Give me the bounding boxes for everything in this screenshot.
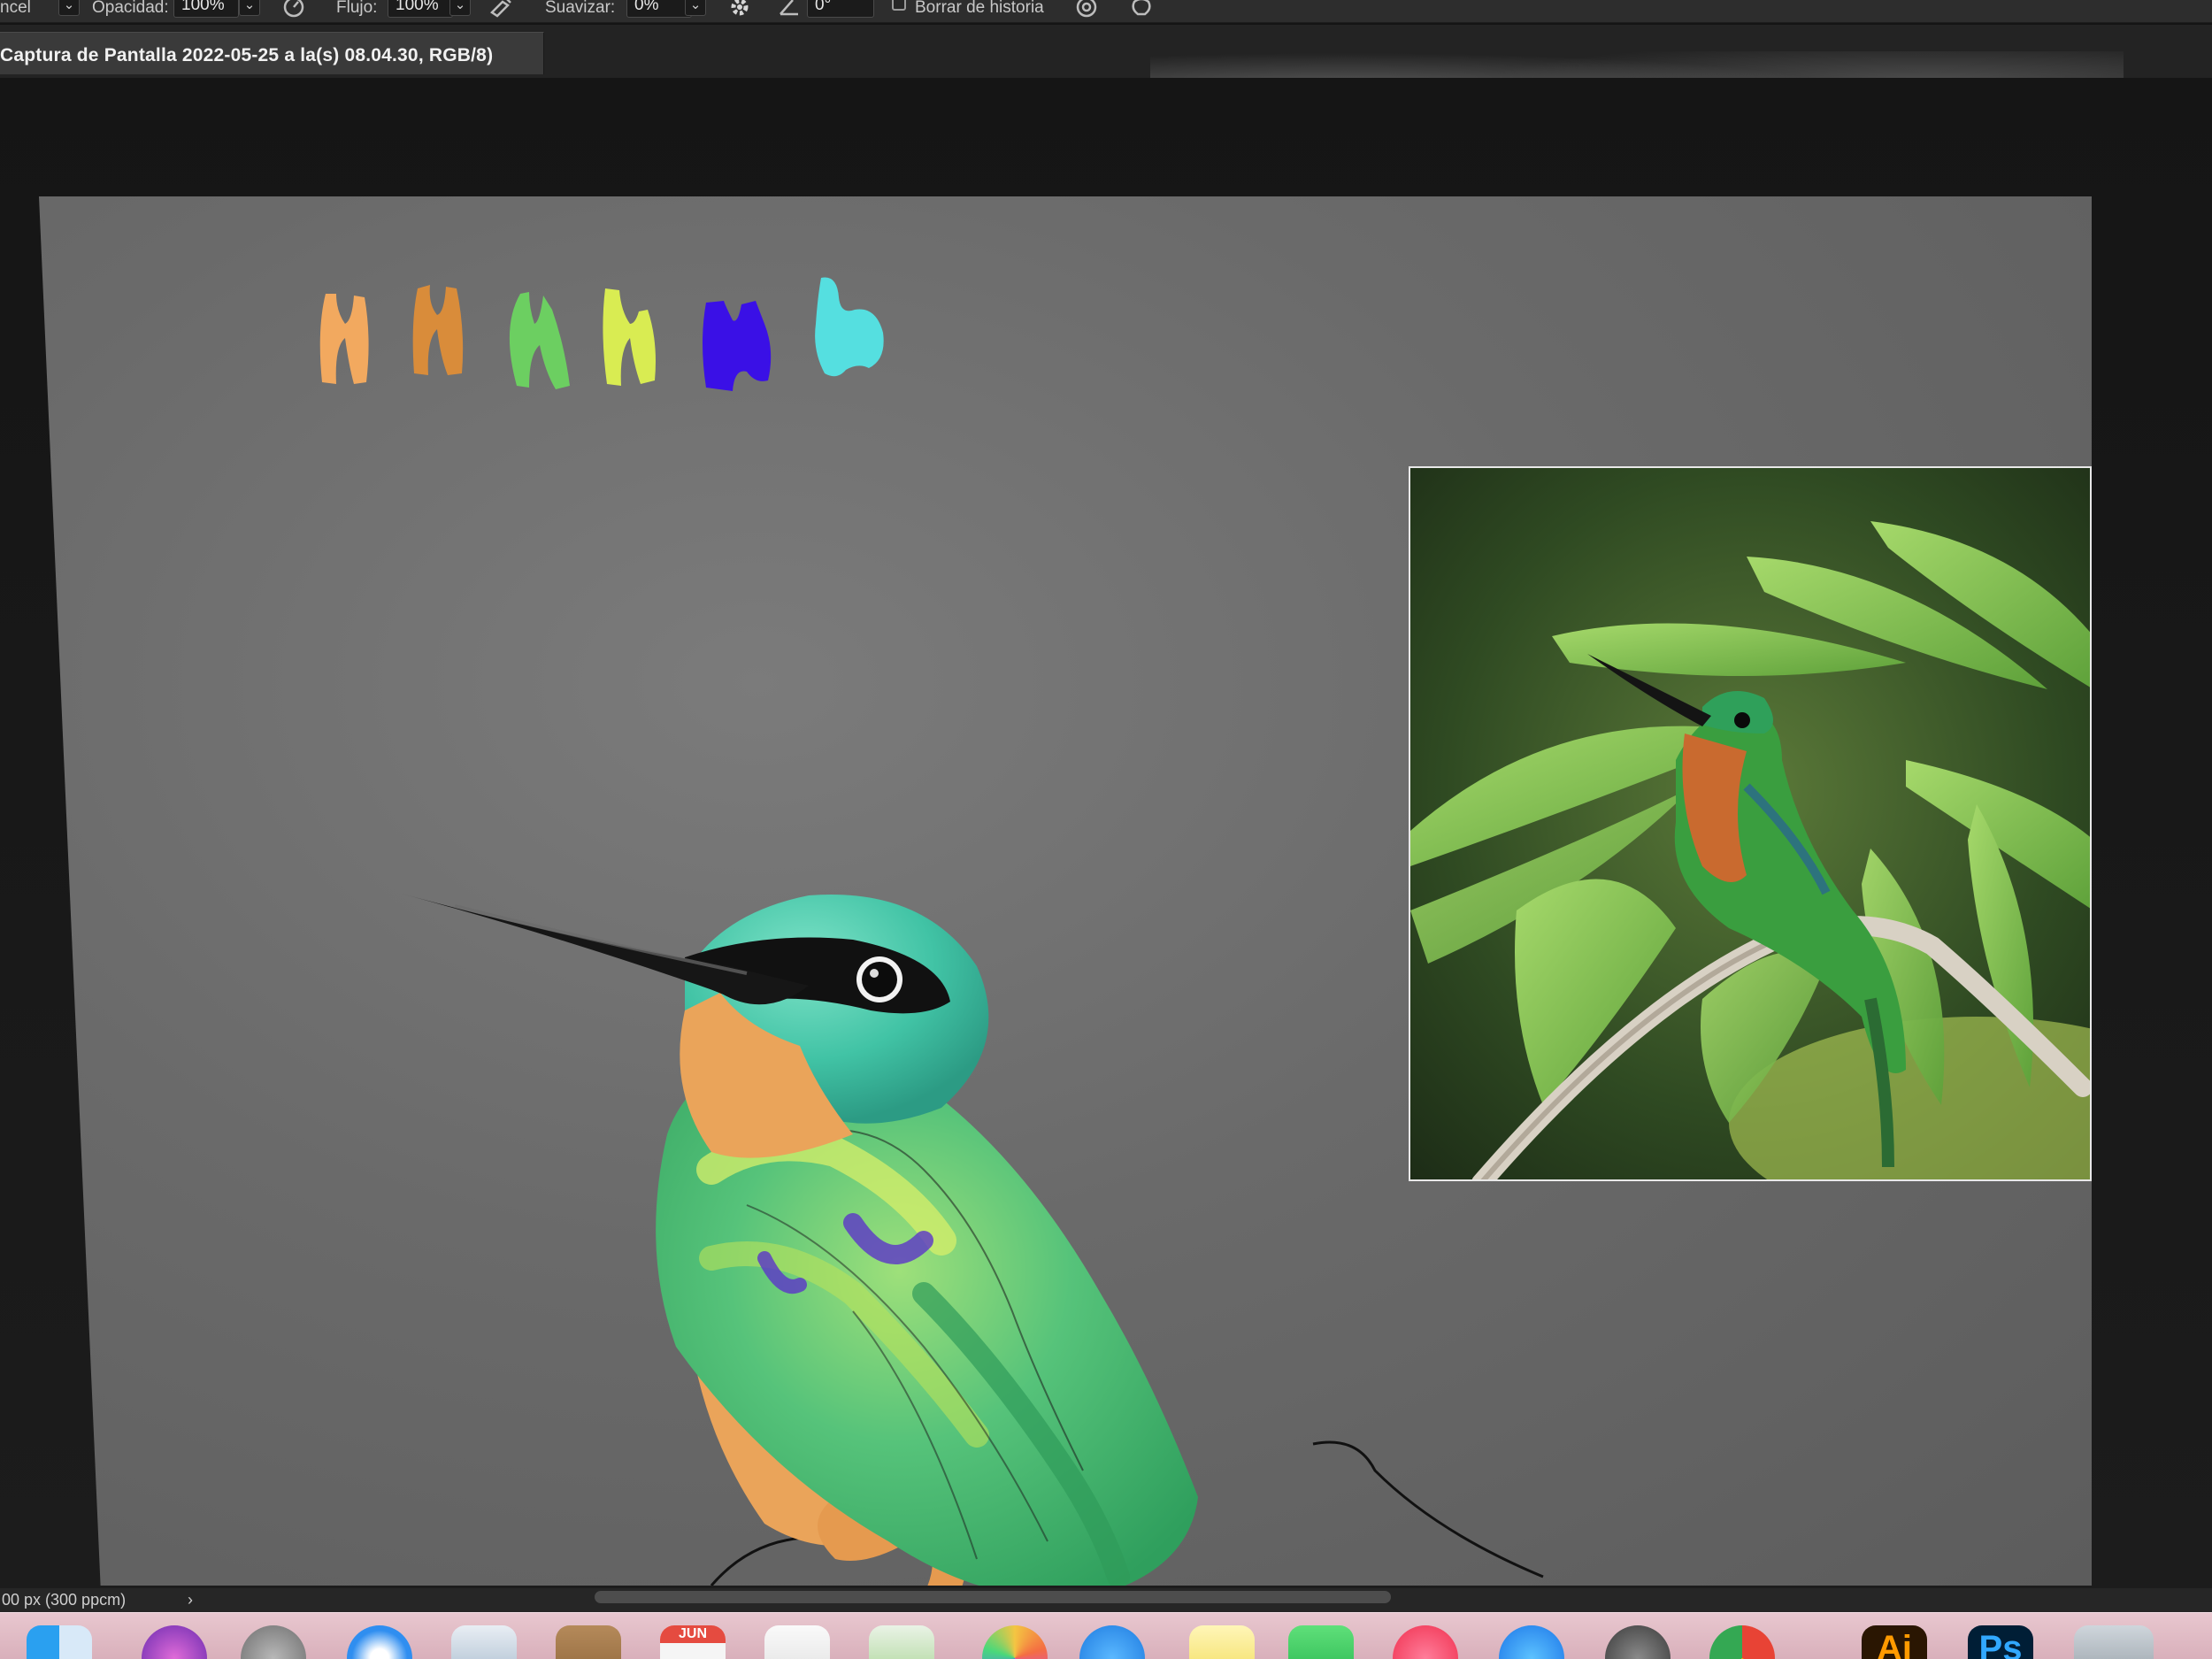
angle-input[interactable]: 0° [807,0,874,18]
smoothing-dropdown[interactable]: ⌄ [685,0,706,16]
artboard[interactable] [39,196,2092,1586]
illustrator-label: Ai [1877,1629,1912,1659]
siri-icon[interactable] [142,1625,207,1659]
contacts-icon[interactable] [556,1625,621,1659]
erase-history-checkbox[interactable] [892,0,906,11]
document-tab-bar: Captura de Pantalla 2022-05-25 a la(s) 0… [0,25,2212,149]
mail-icon[interactable] [451,1625,517,1659]
illustrator-icon[interactable]: Ai [1862,1625,1927,1659]
calendar-icon[interactable]: JUN [660,1625,726,1659]
airbrush-icon[interactable] [488,0,513,19]
gear-icon[interactable] [727,0,752,19]
tool-options-bar: ncel ⌄ Opacidad: 100% ⌄ Flujo: 100% ⌄ Su… [0,0,2212,23]
facetime-icon[interactable] [1288,1625,1354,1659]
safari-icon[interactable] [347,1625,412,1659]
photoshop-icon[interactable]: Ps [1968,1625,2033,1659]
opacity-dropdown[interactable]: ⌄ [239,0,260,16]
messages-icon[interactable] [1079,1625,1145,1659]
finder-icon[interactable] [27,1625,92,1659]
document-tab[interactable]: Captura de Pantalla 2022-05-25 a la(s) 0… [0,32,544,74]
notes-icon[interactable] [1189,1625,1255,1659]
swatch-green [509,292,570,389]
macos-dock: JUN Ai Ps [0,1612,2212,1659]
swatch-blue-violet [703,301,772,391]
horizontal-scrollbar[interactable] [595,1591,1391,1603]
preview-icon[interactable] [2074,1625,2154,1659]
opacity-input[interactable]: 100% [173,0,239,18]
maps-icon[interactable] [869,1625,934,1659]
brush-preset-label[interactable]: ncel [0,0,31,18]
reference-photo[interactable] [1409,466,2092,1181]
launchpad-icon[interactable] [241,1625,306,1659]
hummingbird-reference-image [1410,468,2090,1179]
angle-icon [780,0,798,16]
music-icon[interactable] [1393,1625,1458,1659]
symmetry-icon[interactable] [1129,0,1154,19]
brush-preset-dropdown[interactable]: ⌄ [58,0,80,16]
swatch-cyan [815,277,884,377]
reminders-icon[interactable] [764,1625,830,1659]
smoothing-input[interactable]: 0% [626,0,692,18]
system-preferences-icon[interactable] [1605,1625,1671,1659]
erase-history-label: Borrar de historia [915,0,1044,17]
flow-dropdown[interactable]: ⌄ [449,0,471,16]
flow-input[interactable]: 100% [388,0,453,18]
calendar-month-label: JUN [678,1626,707,1641]
chrome-icon[interactable] [1709,1625,1775,1659]
smoothing-label: Suavizar: [545,0,616,17]
document-size-info[interactable]: 00 px (300 ppcm) [2,1591,126,1609]
app-store-icon[interactable] [1499,1625,1564,1659]
flow-label: Flujo: [336,0,378,17]
swatch-dark-orange [412,285,464,375]
photos-icon[interactable] [982,1625,1048,1659]
status-expand-arrow[interactable]: › [188,1591,193,1609]
swatch-yellow-green [603,288,656,386]
swatch-light-orange [319,294,369,384]
opacity-label: Opacidad: [92,0,169,17]
photoshop-label: Ps [1978,1629,2023,1659]
pressure-opacity-icon[interactable] [281,0,306,19]
pressure-size-icon[interactable] [1074,0,1099,19]
